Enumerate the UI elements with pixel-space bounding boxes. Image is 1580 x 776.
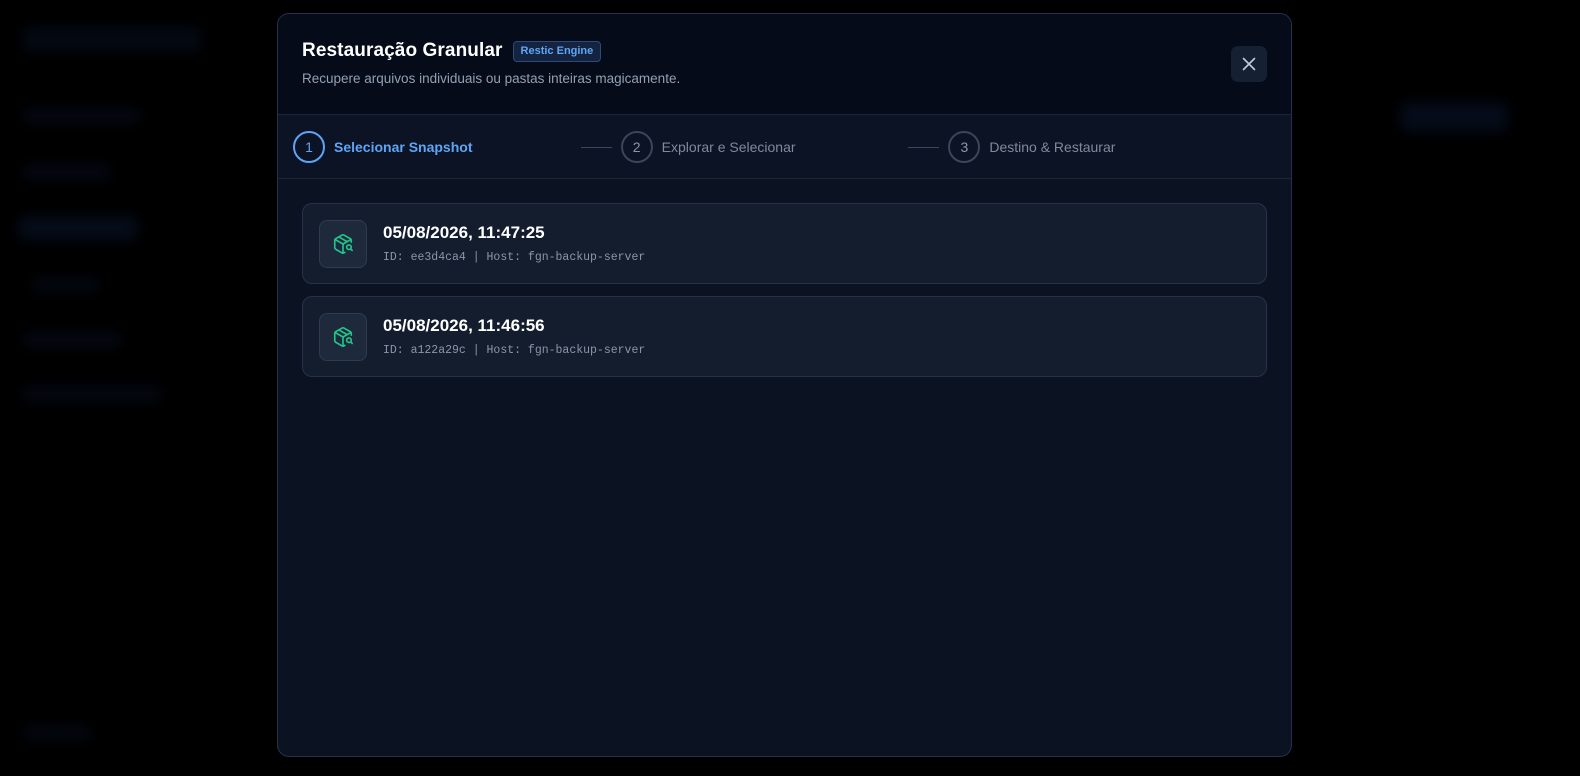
snapshot-text: 05/08/2026, 11:46:56 ID: a122a29c | Host…	[383, 316, 645, 357]
step-label: Destino & Restaurar	[989, 138, 1116, 155]
snapshot-text: 05/08/2026, 11:47:25 ID: ee3d4ca4 | Host…	[383, 223, 645, 264]
step-select-snapshot[interactable]: 1 Selecionar Snapshot	[293, 130, 621, 163]
snapshot-date: 05/08/2026, 11:46:56	[383, 316, 545, 335]
step-label: Selecionar Snapshot	[334, 138, 473, 155]
step-connector	[908, 146, 940, 148]
snapshot-item[interactable]: 05/08/2026, 11:47:25 ID: ee3d4ca4 | Host…	[302, 203, 1267, 284]
modal-title: Restauração Granular	[302, 40, 503, 61]
step-destination-restore[interactable]: 3 Destino & Restaurar	[908, 130, 1276, 163]
step-explore-select[interactable]: 2 Explorar e Selecionar	[580, 130, 949, 163]
snapshot-icon-box	[319, 312, 367, 361]
step-label: Explorar e Selecionar	[661, 138, 796, 155]
snapshot-list: 05/08/2026, 11:47:25 ID: ee3d4ca4 | Host…	[278, 179, 1291, 413]
close-button[interactable]	[1231, 46, 1267, 82]
package-search-icon	[333, 326, 353, 347]
modal-subtitle: Recupere arquivos individuais ou pastas …	[302, 71, 681, 86]
snapshot-item[interactable]: 05/08/2026, 11:46:56 ID: a122a29c | Host…	[302, 296, 1267, 377]
engine-badge: Restic Engine	[512, 40, 602, 62]
snapshot-meta: ID: a122a29c | Host: fgn-backup-server	[383, 344, 646, 357]
snapshot-icon-box	[319, 219, 367, 268]
close-icon	[1242, 57, 1256, 71]
step-number: 2	[620, 130, 653, 163]
title-row: Restauração Granular Restic Engine	[302, 40, 1267, 62]
step-connector	[580, 146, 612, 148]
step-number: 3	[948, 130, 981, 163]
snapshot-date: 05/08/2026, 11:47:25	[383, 223, 545, 242]
step-number: 1	[293, 130, 325, 163]
modal-header: Restauração Granular Restic Engine Recup…	[278, 14, 1291, 115]
package-search-icon	[333, 233, 353, 254]
snapshot-meta: ID: ee3d4ca4 | Host: fgn-backup-server	[383, 251, 646, 264]
stepper: 1 Selecionar Snapshot 2 Explorar e Selec…	[278, 115, 1291, 179]
restore-modal: Restauração Granular Restic Engine Recup…	[277, 13, 1292, 757]
